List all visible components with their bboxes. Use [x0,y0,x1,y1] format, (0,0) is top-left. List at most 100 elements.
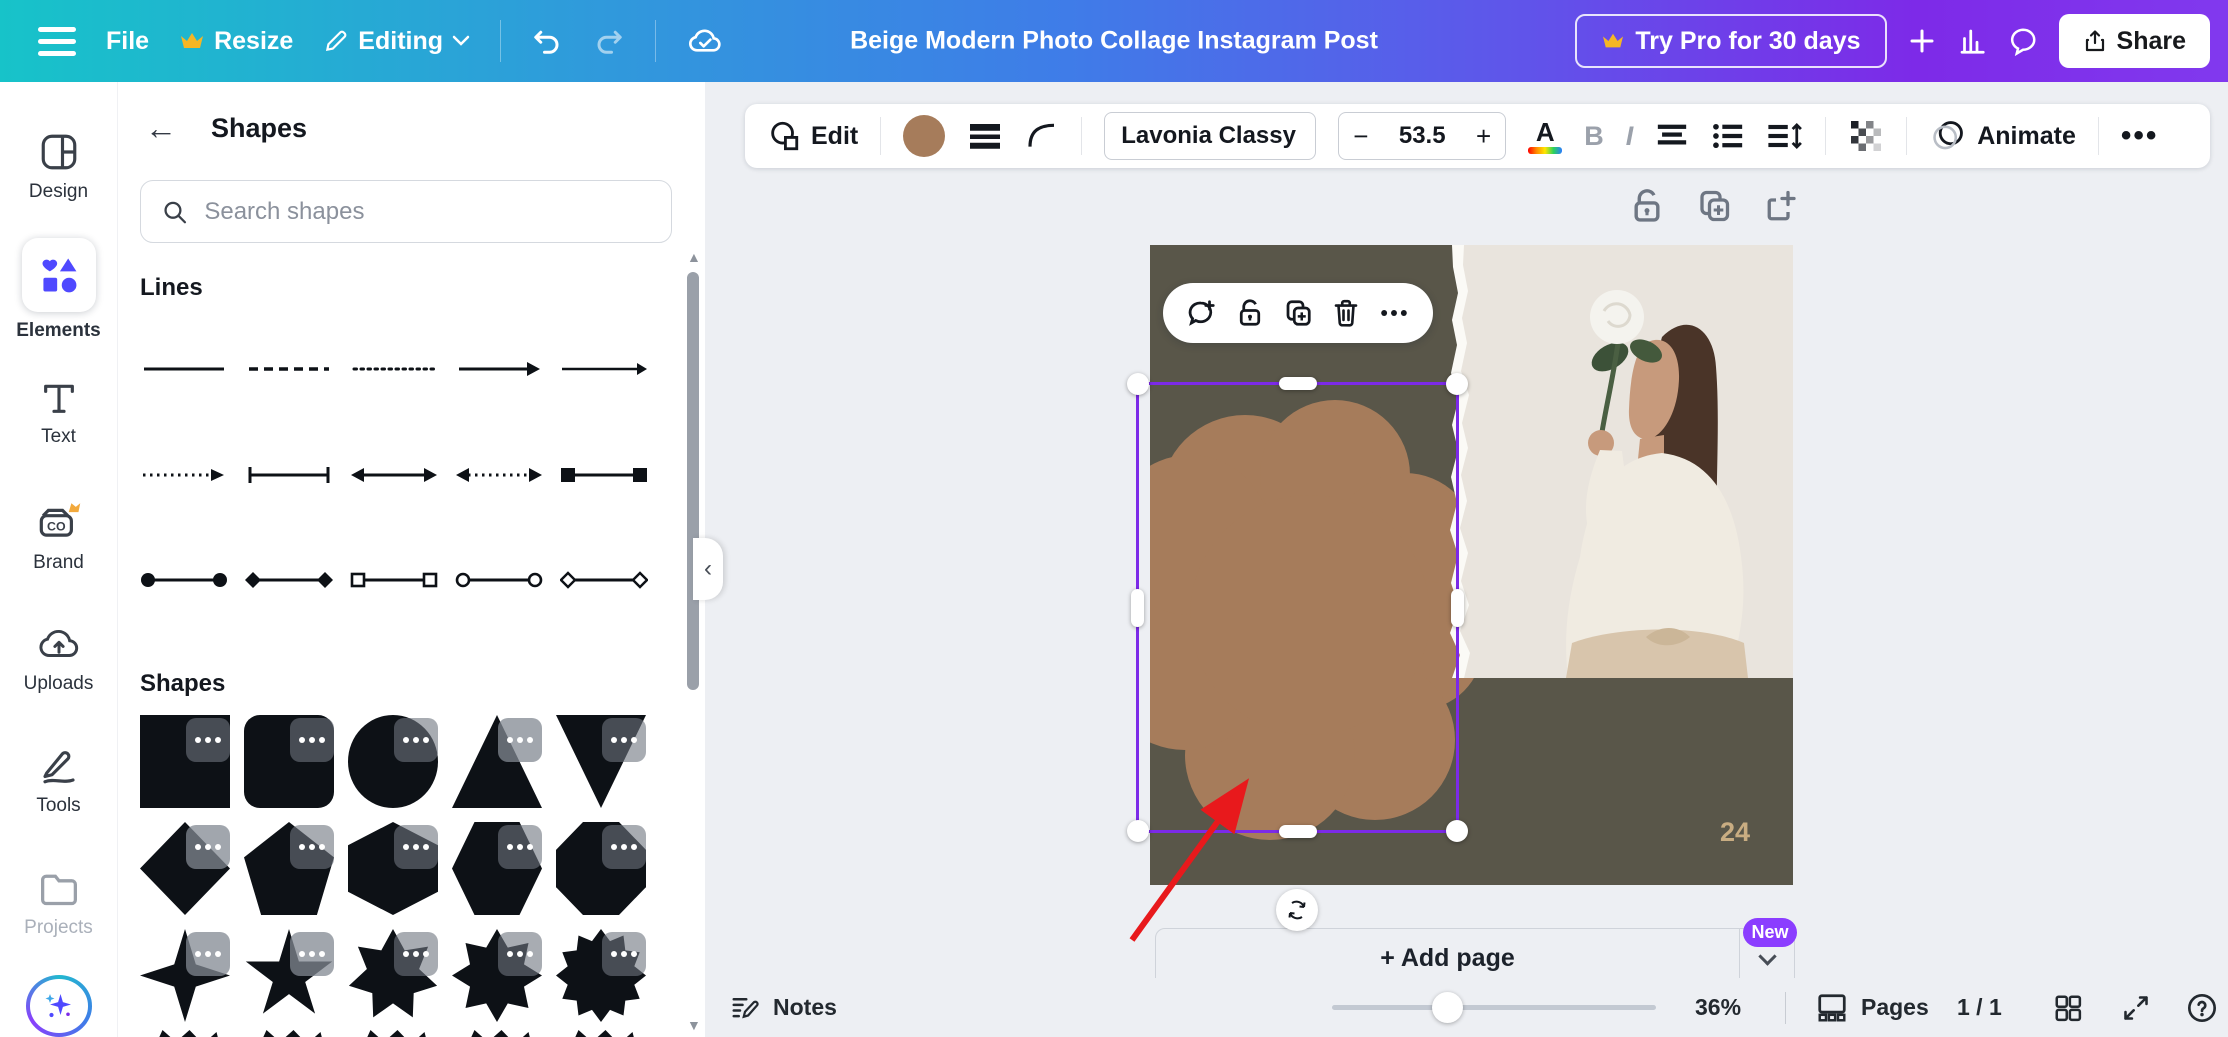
line-tile-dotted-arrow[interactable] [140,464,228,486]
line-tile-double-arrow[interactable] [350,464,438,486]
shape-options-icon[interactable] [498,825,542,869]
pages-button[interactable]: Pages [1815,978,1929,1037]
text-color-button[interactable]: A [1528,119,1563,154]
shape-tile-inverted-triangle[interactable] [556,715,646,808]
undo-button[interactable] [531,26,563,56]
add-page-button-top[interactable] [1764,187,1800,230]
line-tile-open-square-ends[interactable] [350,569,438,591]
shape-tile-star-8[interactable] [452,929,542,1022]
toolbar-more-button[interactable]: ••• [2121,119,2159,153]
sidebar-item-elements[interactable]: Elements [0,229,117,352]
spacing-button[interactable] [1767,121,1803,151]
line-tile-dotted-double-arrow[interactable] [455,464,543,486]
sidebar-item-design[interactable]: Design [0,106,117,229]
animate-button[interactable]: Animate [1929,119,2076,153]
resize-handle-bottom[interactable] [1278,825,1317,838]
add-new-button[interactable] [1907,26,1937,56]
notes-button[interactable]: Notes [729,978,837,1037]
scroll-down-icon[interactable]: ▼ [687,1018,701,1032]
help-button[interactable] [2186,978,2218,1037]
page-lock-button[interactable] [1630,187,1664,230]
scrollbar-thumb[interactable] [687,272,699,690]
redo-button[interactable] [593,26,625,56]
list-button[interactable] [1711,121,1745,151]
photo-woman-with-rose[interactable] [1450,245,1793,678]
font-size-increase-button[interactable]: + [1476,121,1491,152]
font-family-selector[interactable]: Lavonia Classy [1104,112,1317,160]
zoom-percentage[interactable]: 36% [1695,994,1741,1021]
shape-tile-rounded-square[interactable] [244,715,334,808]
sidebar-item-brand[interactable]: CO Brand [0,474,117,597]
sidebar-item-tools[interactable]: Tools [0,720,117,843]
back-arrow-icon[interactable]: ← [145,112,177,144]
shape-options-icon[interactable] [394,932,438,976]
line-tile-open-circle-ends[interactable] [455,569,543,591]
shape-tile-star-7[interactable] [348,929,438,1022]
border-weight-button[interactable] [967,121,1003,151]
magic-ai-button[interactable] [25,975,92,1037]
bold-button[interactable]: B [1584,121,1604,152]
line-tile-arrow[interactable] [455,358,543,380]
search-shapes-box[interactable] [140,180,672,243]
line-tile-solid[interactable] [140,358,228,380]
line-tile-circle-ends[interactable] [140,569,228,591]
line-tile-diamond-ends[interactable] [245,569,333,591]
search-shapes-input[interactable] [204,197,651,226]
resize-handle-top-right[interactable] [1446,373,1468,395]
shape-tile-square[interactable] [140,715,230,808]
panel-scrollbar[interactable]: ▲ ▼ [687,250,701,1032]
insights-button[interactable] [1957,26,1987,56]
resize-handle-right[interactable] [1451,588,1464,627]
font-size-value[interactable]: 53.5 [1399,122,1446,150]
edit-button[interactable]: Edit [767,119,858,153]
resize-handle-top-left[interactable] [1127,373,1149,395]
shape-tile-circle[interactable] [348,715,438,808]
shape-tile-triangle[interactable] [452,715,542,808]
zoom-slider-thumb[interactable] [1432,992,1463,1023]
grid-view-button[interactable] [2053,978,2083,1037]
shape-options-icon[interactable] [186,825,230,869]
sidebar-item-text[interactable]: Text [0,352,117,475]
duplicate-button[interactable] [1282,298,1314,328]
resize-button[interactable]: Resize [179,27,293,56]
comments-button[interactable] [2007,26,2039,56]
shape-options-icon[interactable] [290,718,334,762]
line-curve-button[interactable] [1025,120,1059,152]
try-pro-button[interactable]: Try Pro for 30 days [1575,14,1887,68]
font-size-decrease-button[interactable]: − [1353,121,1368,152]
file-menu[interactable]: File [106,27,149,56]
shape-options-icon[interactable] [498,718,542,762]
shape-options-icon[interactable] [186,718,230,762]
transparency-button[interactable] [1848,118,1884,154]
panel-collapse-handle[interactable]: ‹ [693,538,723,600]
resize-handle-left[interactable] [1131,588,1144,627]
resize-handle-bottom-right[interactable] [1446,820,1468,842]
shape-options-icon[interactable] [602,932,646,976]
resize-handle-bottom-left[interactable] [1127,820,1149,842]
fullscreen-button[interactable] [2122,978,2150,1037]
shape-options-icon[interactable] [394,825,438,869]
text-align-button[interactable] [1655,121,1689,151]
shape-options-icon[interactable] [602,718,646,762]
shape-tile-pentagon[interactable] [244,822,334,915]
shape-tile-hexagon[interactable] [348,822,438,915]
delete-button[interactable] [1332,298,1360,328]
more-options-button[interactable] [1378,298,1410,328]
shape-tile-diamond[interactable] [140,822,230,915]
add-comment-button[interactable] [1186,298,1218,328]
duplicate-page-button[interactable] [1696,187,1732,230]
lock-button[interactable] [1236,298,1264,328]
zoom-slider[interactable] [1332,992,1656,1023]
shape-tile-burst-12[interactable] [556,929,646,1022]
line-tile-bar-ends[interactable] [245,464,333,486]
document-title[interactable]: Beige Modern Photo Collage Instagram Pos… [850,27,1378,56]
shape-tile-star-5[interactable] [244,929,334,1022]
editing-mode-dropdown[interactable]: Editing [323,27,470,56]
shape-options-icon[interactable] [290,932,334,976]
rotate-handle[interactable] [1276,889,1318,931]
sidebar-item-projects[interactable]: Projects [0,843,117,966]
line-tile-dashed[interactable] [245,358,333,380]
shape-options-icon[interactable] [290,825,334,869]
shape-options-icon[interactable] [186,932,230,976]
shape-tile-star-4[interactable] [140,929,230,1022]
